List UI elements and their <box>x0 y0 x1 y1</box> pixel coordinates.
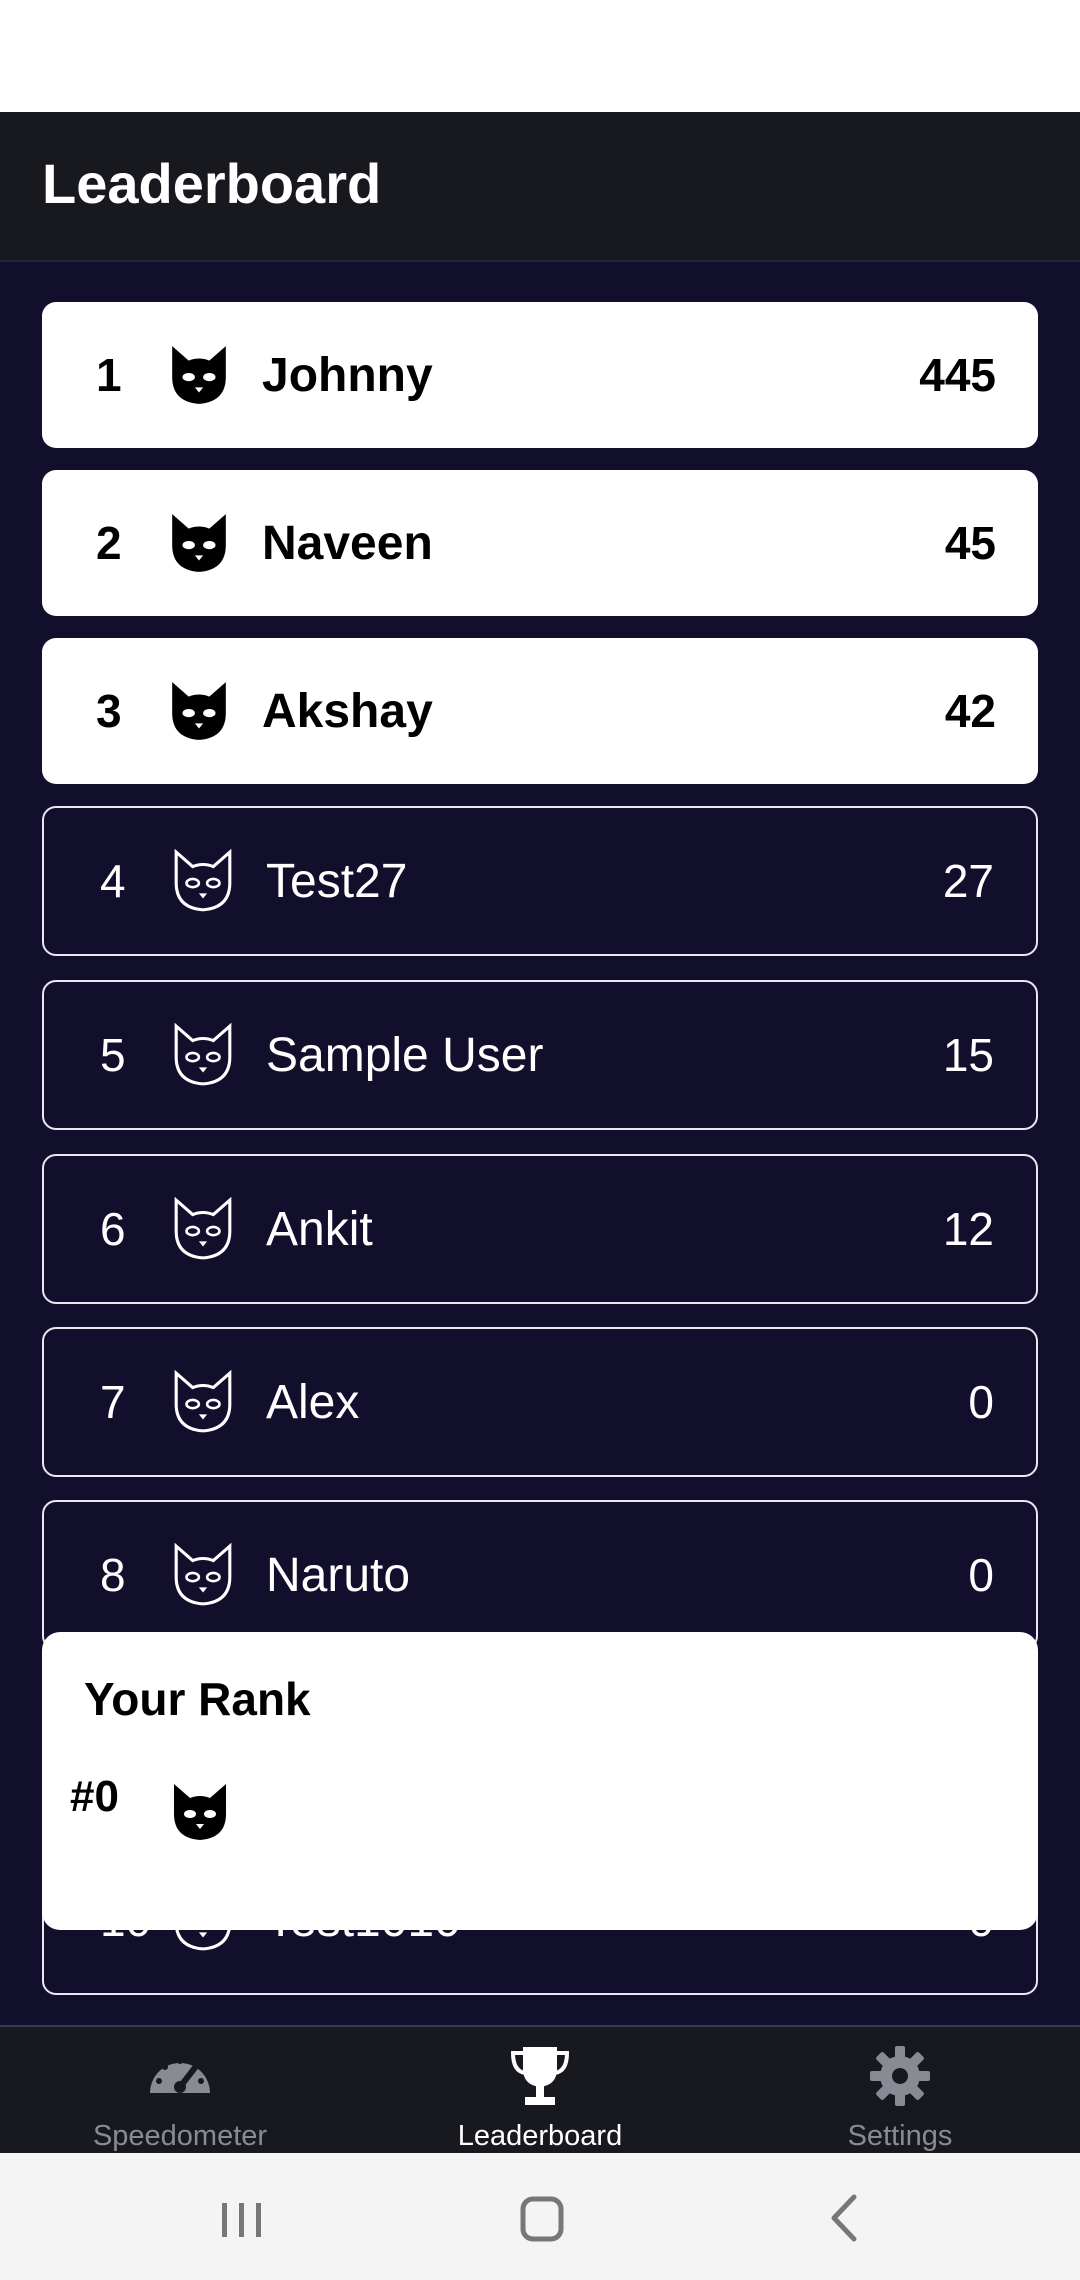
rank-number: 8 <box>100 1549 126 1601</box>
status-bar <box>0 0 1080 112</box>
leaderboard-row[interactable]: 6 Ankit 12 <box>42 1154 1038 1304</box>
leaderboard-row[interactable]: 5 Sample User 15 <box>42 980 1038 1130</box>
rank-number: 1 <box>96 349 122 401</box>
player-name: Test27 <box>266 854 408 908</box>
nav-speedometer[interactable]: Speedometer <box>0 2027 360 2155</box>
recent-apps-icon[interactable] <box>202 2183 282 2253</box>
player-score: 27 <box>942 855 994 907</box>
cat-outline-icon <box>174 1542 232 1606</box>
player-name: Ankit <box>266 1202 373 1256</box>
system-navigation-bar <box>0 2153 1080 2280</box>
player-score: 0 <box>968 1549 994 1601</box>
gear-icon <box>870 2046 930 2106</box>
page-title: Leaderboard <box>42 152 382 215</box>
player-score: 42 <box>944 685 996 737</box>
trophy-icon <box>510 2047 570 2105</box>
nav-leaderboard[interactable]: Leaderboard <box>360 2027 720 2155</box>
player-name: Johnny <box>262 348 433 402</box>
player-name: Naruto <box>266 1548 411 1602</box>
your-rank-value: #0 <box>70 1772 119 1821</box>
cat-outline-icon <box>174 1196 232 1260</box>
leaderboard-row[interactable]: 4 Test27 27 <box>42 806 1038 956</box>
bottom-navigation: Speedometer Leaderboard Settings <box>0 2025 1080 2155</box>
player-score: 15 <box>942 1029 994 1081</box>
nav-label: Speedometer <box>92 2120 268 2152</box>
rank-number: 4 <box>100 855 126 907</box>
player-name: Akshay <box>262 684 433 738</box>
cat-outline-icon <box>174 1369 232 1433</box>
player-score: 45 <box>944 517 996 569</box>
app-bar: Leaderboard <box>0 112 1080 260</box>
player-name: Naveen <box>262 516 433 570</box>
player-name: Alex <box>266 1375 360 1429</box>
cat-icon <box>174 1784 226 1840</box>
rank-number: 6 <box>100 1203 126 1255</box>
speedometer-icon <box>150 2058 210 2093</box>
rank-number: 3 <box>96 685 122 737</box>
home-icon[interactable] <box>502 2183 582 2253</box>
leaderboard-row[interactable]: 7 Alex 0 <box>42 1327 1038 1477</box>
leaderboard-row[interactable]: 2 Naveen 45 <box>42 470 1038 616</box>
rank-number: 5 <box>100 1029 126 1081</box>
cat-icon <box>172 514 226 572</box>
cat-outline-icon <box>174 1022 232 1086</box>
leaderboard-row[interactable]: 8 Naruto 0 <box>42 1500 1038 1650</box>
player-score: 12 <box>942 1203 994 1255</box>
nav-settings[interactable]: Settings <box>720 2027 1080 2155</box>
your-rank-card: Your Rank #0 <box>42 1632 1038 1930</box>
back-icon[interactable] <box>806 2183 886 2253</box>
player-name: Sample User <box>266 1028 544 1082</box>
player-score: 0 <box>968 1376 994 1428</box>
nav-label: Settings <box>847 2120 953 2152</box>
cat-icon <box>172 682 226 740</box>
rank-number: 7 <box>100 1376 126 1428</box>
rank-number: 2 <box>96 517 122 569</box>
player-score: 445 <box>919 349 996 401</box>
cat-icon <box>172 346 226 404</box>
your-rank-title: Your Rank <box>84 1673 311 1725</box>
leaderboard-row[interactable]: 1 Johnny 445 <box>42 302 1038 448</box>
nav-label: Leaderboard <box>457 2120 623 2152</box>
leaderboard-row[interactable]: 3 Akshay 42 <box>42 638 1038 784</box>
cat-outline-icon <box>174 848 232 912</box>
